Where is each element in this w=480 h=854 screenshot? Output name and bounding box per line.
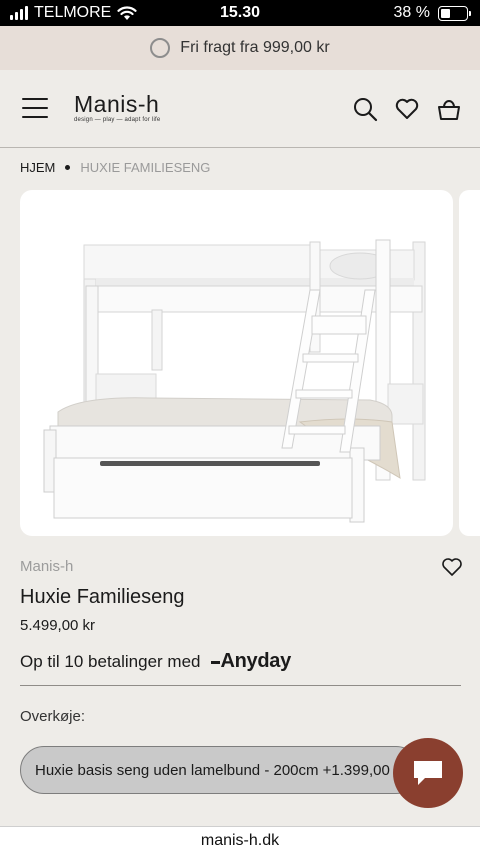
option-selected-value: Huxie basis seng uden lamelbund - 200cm … bbox=[35, 761, 407, 779]
product-price: 5.499,00 kr bbox=[20, 617, 96, 634]
battery-percent: 38 % bbox=[393, 4, 430, 21]
site-header: Manis-h design — play — adapt for life bbox=[0, 70, 480, 148]
logo-tagline: design — play — adapt for life bbox=[74, 117, 161, 123]
battery-icon bbox=[438, 5, 471, 21]
option-label: Overkøje: bbox=[20, 708, 86, 725]
promo-text: Fri fragt fra 999,00 kr bbox=[180, 39, 330, 56]
heart-icon[interactable] bbox=[394, 96, 420, 122]
installments-info: Op til 10 betalinger med Anyday bbox=[20, 650, 291, 673]
bag-icon[interactable] bbox=[436, 96, 462, 122]
wishlist-heart-icon[interactable] bbox=[441, 556, 463, 578]
url-bar[interactable]: manis-h.dk bbox=[0, 826, 480, 854]
anyday-dash-icon bbox=[210, 661, 220, 664]
breadcrumb-separator bbox=[65, 165, 71, 170]
installments-text: Op til 10 betalinger med bbox=[20, 651, 201, 671]
search-icon[interactable] bbox=[352, 96, 378, 122]
product-brand[interactable]: Manis-h bbox=[20, 558, 73, 575]
url-text: manis-h.dk bbox=[200, 832, 280, 849]
product-image[interactable] bbox=[20, 190, 453, 536]
logo-name: Manis-h bbox=[74, 91, 160, 117]
breadcrumb-current: HUXIE FAMILIESENG bbox=[80, 160, 211, 175]
next-image-peek[interactable] bbox=[459, 190, 480, 536]
breadcrumb: HJEM HUXIE FAMILIESENG bbox=[20, 160, 210, 175]
battery-group: 38 % bbox=[393, 4, 471, 22]
logo[interactable]: Manis-h design — play — adapt for life bbox=[74, 92, 160, 123]
bunk-bed-image bbox=[43, 239, 426, 523]
anyday-logo[interactable]: Anyday bbox=[210, 650, 292, 673]
option-select[interactable]: Huxie basis seng uden lamelbund - 200cm … bbox=[20, 746, 420, 794]
status-bar: TELMORE 15.30 38 % bbox=[0, 0, 480, 26]
chat-button[interactable] bbox=[393, 738, 463, 808]
product-title: Huxie Familieseng bbox=[20, 586, 185, 608]
breadcrumb-home[interactable]: HJEM bbox=[20, 160, 55, 175]
anyday-name: Anyday bbox=[220, 650, 292, 672]
menu-icon[interactable] bbox=[22, 98, 48, 118]
circle-icon bbox=[150, 38, 171, 58]
chat-icon bbox=[414, 761, 442, 785]
divider bbox=[20, 685, 461, 686]
header-actions bbox=[352, 96, 462, 122]
promo-banner: Fri fragt fra 999,00 kr bbox=[0, 26, 480, 70]
